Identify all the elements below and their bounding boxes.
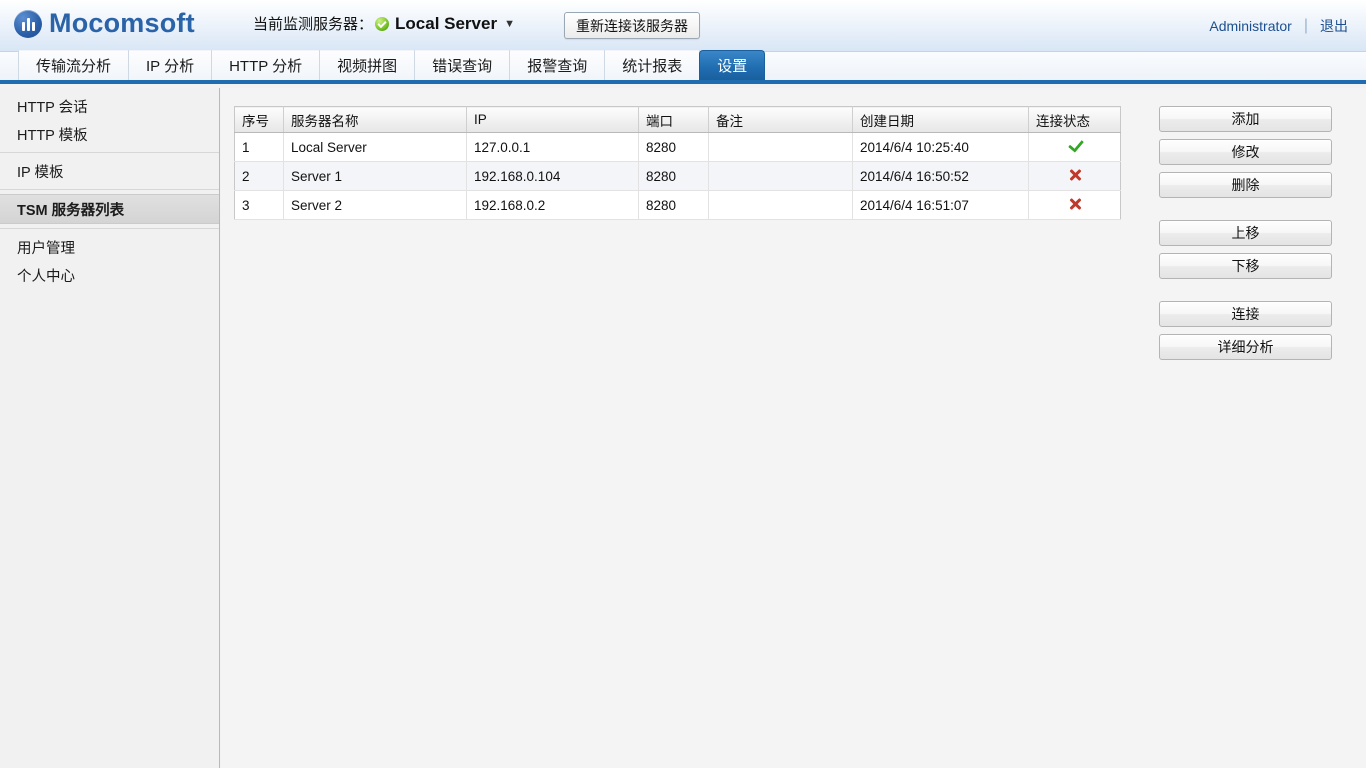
brand: Mocomsoft xyxy=(14,8,195,39)
current-server-label: 当前监测服务器： xyxy=(253,13,373,34)
logout-link[interactable]: 退出 xyxy=(1320,16,1348,36)
green-check-circle-icon xyxy=(375,17,389,31)
sidebar-item-0-0[interactable]: HTTP 会话 xyxy=(0,92,219,120)
column-header-ip[interactable]: IP xyxy=(467,107,639,133)
detail-analysis-button[interactable]: 详细分析 xyxy=(1159,334,1332,360)
tab-6[interactable]: 统计报表 xyxy=(604,50,700,80)
cell-ip: 127.0.0.1 xyxy=(467,133,639,162)
table-row[interactable]: 3Server 2192.168.0.28280 2014/6/4 16:51:0… xyxy=(235,191,1121,220)
cell-created: 2014/6/4 16:50:52 xyxy=(853,162,1029,191)
column-header-index[interactable]: 序号 xyxy=(235,107,284,133)
add-button[interactable]: 添加 xyxy=(1159,106,1332,132)
edit-button[interactable]: 修改 xyxy=(1159,139,1332,165)
green-check-icon xyxy=(1067,138,1083,154)
tab-0[interactable]: 传输流分析 xyxy=(18,50,129,80)
cell-name: Server 1 xyxy=(284,162,467,191)
sidebar-group-0: HTTP 会话HTTP 模板 xyxy=(0,88,219,152)
red-cross-icon xyxy=(1067,167,1083,183)
sidebar-group-3: 用户管理个人中心 xyxy=(0,229,219,293)
account-separator: | xyxy=(1304,17,1308,35)
sidebar-item-0-1[interactable]: HTTP 模板 xyxy=(0,120,219,148)
cell-connection-state xyxy=(1029,162,1121,191)
tab-1[interactable]: IP 分析 xyxy=(128,50,212,80)
red-cross-icon xyxy=(1067,196,1083,212)
cell-index: 2 xyxy=(235,162,284,191)
delete-button[interactable]: 删除 xyxy=(1159,172,1332,198)
account-name-link[interactable]: Administrator xyxy=(1209,18,1291,34)
reconnect-server-button[interactable]: 重新连接该服务器 xyxy=(564,12,700,39)
sidebar-group-2: TSM 服务器列表 xyxy=(0,190,219,228)
tab-5[interactable]: 报警查询 xyxy=(509,50,605,80)
brand-name: Mocomsoft xyxy=(49,8,195,39)
content-area: 序号 服务器名称 IP 端口 备注 创建日期 连接状态 1Local Serve… xyxy=(221,88,1366,768)
tab-2[interactable]: HTTP 分析 xyxy=(211,50,320,80)
cell-note xyxy=(709,133,853,162)
action-button-panel: 添加 修改 删除 上移 下移 连接 详细分析 xyxy=(1159,106,1332,367)
cell-port: 8280 xyxy=(639,133,709,162)
cell-created: 2014/6/4 16:51:07 xyxy=(853,191,1029,220)
tab-3[interactable]: 视频拼图 xyxy=(319,50,415,80)
sidebar: HTTP 会话HTTP 模板IP 模板TSM 服务器列表用户管理个人中心 xyxy=(0,88,220,768)
cell-ip: 192.168.0.104 xyxy=(467,162,639,191)
server-list-table: 序号 服务器名称 IP 端口 备注 创建日期 连接状态 1Local Serve… xyxy=(234,106,1121,220)
tab-4[interactable]: 错误查询 xyxy=(414,50,510,80)
cell-index: 3 xyxy=(235,191,284,220)
column-header-port[interactable]: 端口 xyxy=(639,107,709,133)
current-server-name: Local Server xyxy=(395,14,497,34)
column-header-created[interactable]: 创建日期 xyxy=(853,107,1029,133)
column-header-name[interactable]: 服务器名称 xyxy=(284,107,467,133)
move-up-button[interactable]: 上移 xyxy=(1159,220,1332,246)
button-group-gap-1 xyxy=(1159,205,1332,220)
sidebar-item-1-0[interactable]: IP 模板 xyxy=(0,157,219,185)
table-row[interactable]: 2Server 1192.168.0.1048280 2014/6/4 16:50… xyxy=(235,162,1121,191)
cell-index: 1 xyxy=(235,133,284,162)
button-group-gap-2 xyxy=(1159,286,1332,301)
app-header: Mocomsoft 当前监测服务器： Local Server ▼ 重新连接该服… xyxy=(0,0,1366,52)
current-server-selector[interactable]: 当前监测服务器： Local Server ▼ xyxy=(253,13,515,34)
cell-note xyxy=(709,191,853,220)
column-header-state[interactable]: 连接状态 xyxy=(1029,107,1121,133)
sidebar-group-1: IP 模板 xyxy=(0,153,219,189)
chevron-down-icon[interactable]: ▼ xyxy=(504,18,515,30)
cell-connection-state xyxy=(1029,191,1121,220)
cell-port: 8280 xyxy=(639,191,709,220)
cell-ip: 192.168.0.2 xyxy=(467,191,639,220)
cell-connection-state xyxy=(1029,133,1121,162)
table-header-row: 序号 服务器名称 IP 端口 备注 创建日期 连接状态 xyxy=(235,107,1121,133)
move-down-button[interactable]: 下移 xyxy=(1159,253,1332,279)
column-header-note[interactable]: 备注 xyxy=(709,107,853,133)
cell-name: Server 2 xyxy=(284,191,467,220)
cell-note xyxy=(709,162,853,191)
connect-button[interactable]: 连接 xyxy=(1159,301,1332,327)
app-window: Mocomsoft 当前监测服务器： Local Server ▼ 重新连接该服… xyxy=(0,0,1366,768)
table-row[interactable]: 1Local Server127.0.0.18280 2014/6/4 10:25… xyxy=(235,133,1121,162)
cell-name: Local Server xyxy=(284,133,467,162)
bar-chart-circle-icon xyxy=(14,10,42,38)
account-area: Administrator | 退出 xyxy=(1209,16,1348,36)
tab-7[interactable]: 设置 xyxy=(699,50,765,80)
sidebar-item-2-0[interactable]: TSM 服务器列表 xyxy=(0,194,219,224)
main-tabbar: 传输流分析IP 分析HTTP 分析视频拼图错误查询报警查询统计报表设置 xyxy=(0,52,1366,84)
sidebar-item-3-1[interactable]: 个人中心 xyxy=(0,261,219,289)
cell-created: 2014/6/4 10:25:40 xyxy=(853,133,1029,162)
sidebar-item-3-0[interactable]: 用户管理 xyxy=(0,233,219,261)
cell-port: 8280 xyxy=(639,162,709,191)
